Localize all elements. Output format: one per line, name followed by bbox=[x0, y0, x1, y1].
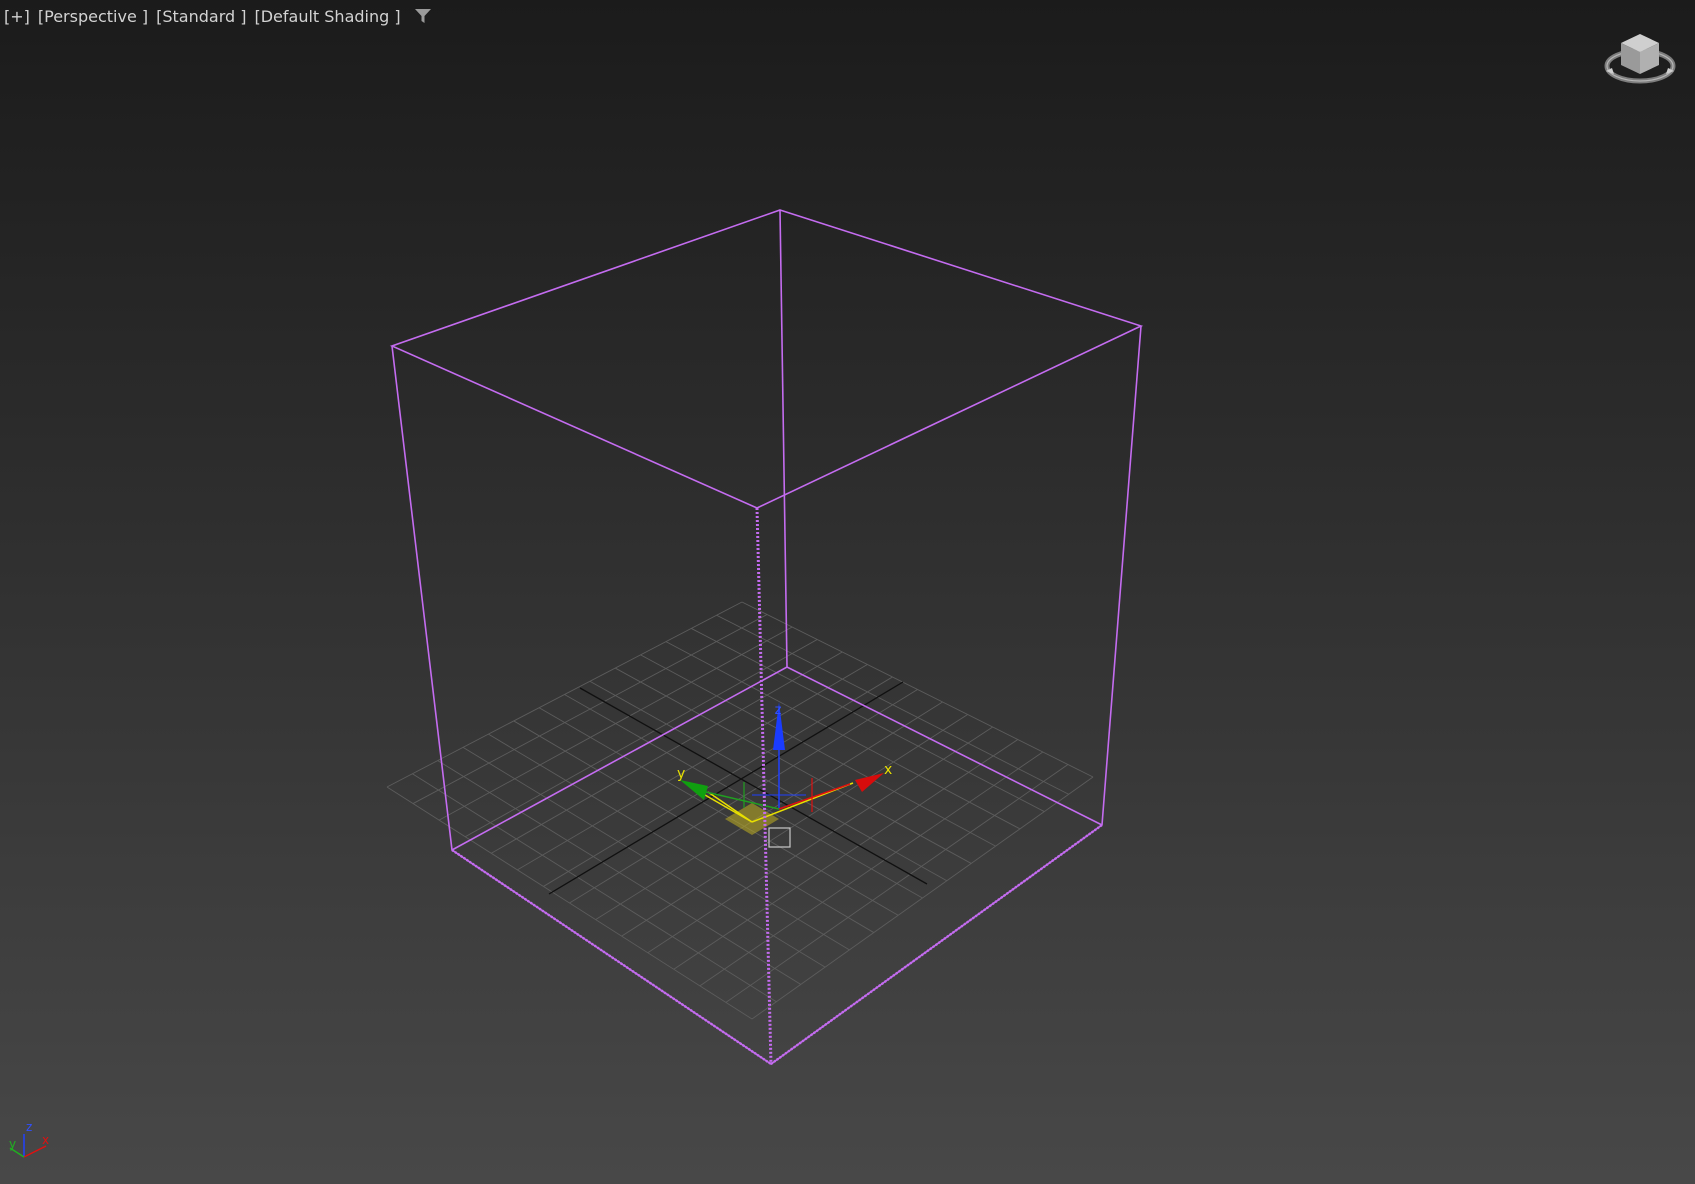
grid-line bbox=[589, 680, 948, 882]
grid-line bbox=[741, 601, 1094, 778]
grid-line bbox=[665, 641, 1021, 830]
gizmo-x-label: x bbox=[884, 762, 892, 778]
grid-line bbox=[614, 667, 972, 864]
gizmo-z-label: z bbox=[775, 703, 782, 718]
grid-line bbox=[647, 726, 993, 954]
grid-line bbox=[699, 751, 1044, 987]
selected-box-object[interactable] bbox=[389, 209, 1144, 1065]
grid-main-axis-line bbox=[579, 687, 928, 885]
transform-gizmo[interactable]: z x y bbox=[677, 702, 892, 848]
tripod-y-label: y bbox=[9, 1137, 16, 1151]
grid-line bbox=[725, 764, 1069, 1003]
tripod-z-label: z bbox=[26, 1120, 32, 1134]
gizmo-x-arrow[interactable] bbox=[855, 773, 884, 792]
grid-line bbox=[716, 614, 1069, 795]
perspective-scene[interactable]: z x y bbox=[0, 0, 1695, 1184]
tripod-x-label: x bbox=[42, 1133, 49, 1147]
grid-line bbox=[673, 739, 1019, 970]
gizmo-pivot-box[interactable] bbox=[768, 827, 791, 848]
gizmo-y-label: y bbox=[677, 766, 685, 782]
grid-main-axis-line bbox=[548, 681, 904, 895]
grid-line bbox=[640, 654, 996, 847]
world-axis-tripod: z x y bbox=[4, 1120, 56, 1160]
